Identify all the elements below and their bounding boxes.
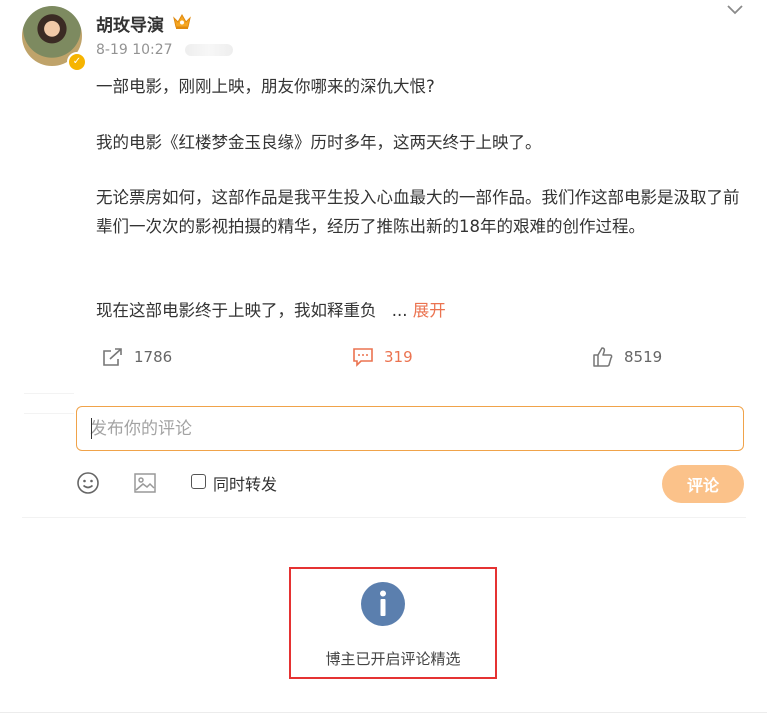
- ellipsis: ...: [391, 301, 408, 320]
- comment-button[interactable]: 319: [352, 345, 413, 369]
- text-caret: [91, 418, 92, 439]
- chevron-down-icon[interactable]: [726, 3, 744, 17]
- post-paragraph-4: 现在这部电影终于上映了，我如释重负 ... 展开: [96, 296, 746, 325]
- repost-button[interactable]: 1786: [102, 345, 172, 369]
- repost-checkbox-label[interactable]: 同时转发: [213, 471, 277, 495]
- post-paragraph-1: 一部电影，刚刚上映，朋友你哪来的深仇大恨?: [96, 77, 435, 96]
- image-icon[interactable]: [133, 471, 157, 495]
- author-name[interactable]: 胡玫导演: [96, 11, 164, 36]
- emoji-icon[interactable]: [76, 471, 100, 495]
- like-button[interactable]: 8519: [592, 345, 662, 369]
- verified-badge-icon: ✓: [67, 52, 87, 72]
- like-icon: [593, 347, 613, 367]
- comment-icon: [353, 348, 373, 367]
- divider: [22, 517, 746, 518]
- comment-selection-notice: 博主已开启评论精选: [325, 650, 461, 668]
- repost-count: 1786: [134, 348, 173, 366]
- post-source-redacted: [185, 44, 233, 56]
- comment-input[interactable]: [76, 406, 744, 451]
- repost-icon: [103, 348, 122, 366]
- like-count: 8519: [624, 348, 663, 366]
- composer-decoration: [24, 393, 74, 433]
- comment-count: 319: [384, 348, 413, 366]
- info-icon: [361, 582, 405, 626]
- bottom-divider: [0, 712, 767, 713]
- submit-comment-button[interactable]: 评论: [662, 465, 744, 503]
- repost-checkbox[interactable]: [191, 474, 206, 489]
- post-timestamp[interactable]: 8-19 10:27: [96, 42, 173, 58]
- post-paragraph-3: 无论票房如何，这部作品是我平生投入心血最大的一部作品。我们作这部电影是汲取了前辈…: [96, 188, 740, 236]
- crown-icon: [173, 13, 191, 29]
- post-paragraph-4-text: 现在这部电影终于上映了，我如释重负: [96, 301, 377, 320]
- post-paragraph-2: 我的电影《红楼梦金玉良缘》历时多年，这两天终于上映了。: [96, 133, 542, 152]
- expand-link[interactable]: 展开: [413, 301, 446, 320]
